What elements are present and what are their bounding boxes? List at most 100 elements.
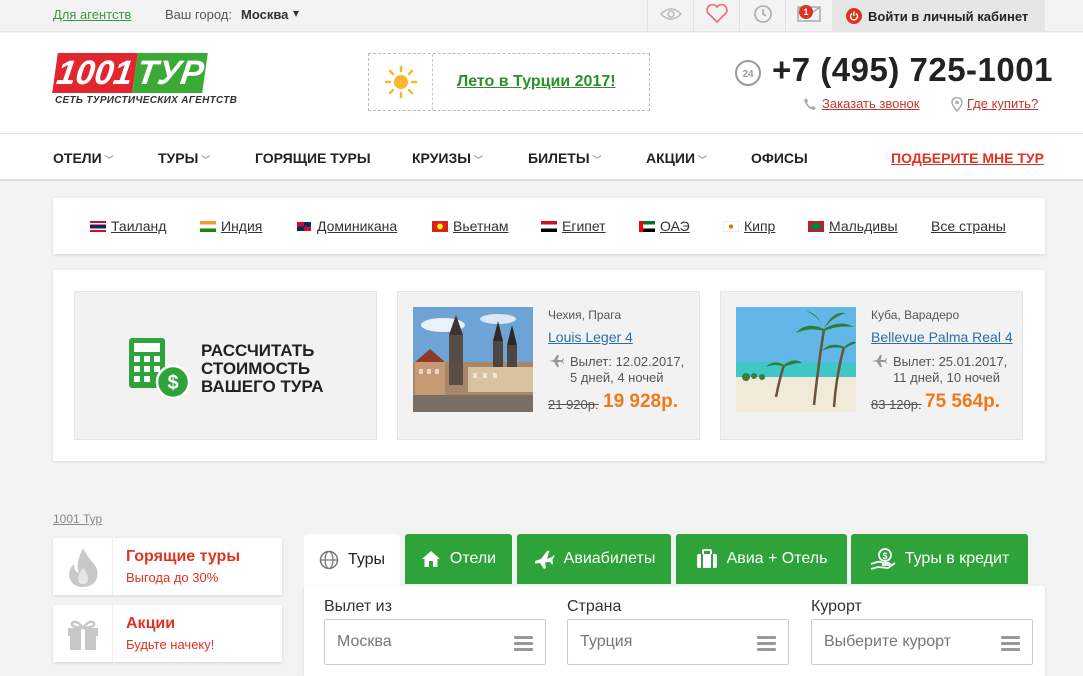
promotions-subtitle: Будьте начеку! bbox=[126, 637, 215, 652]
plane-icon bbox=[533, 548, 555, 570]
country-link-all[interactable]: Все страны bbox=[931, 218, 1006, 234]
where-to-buy-link[interactable]: Где купить? bbox=[967, 96, 1038, 111]
gift-icon bbox=[53, 605, 113, 662]
callback-link[interactable]: Заказать звонок bbox=[822, 96, 919, 111]
promo-banner[interactable]: Лето в Турции 2017! bbox=[368, 53, 650, 111]
tour-offer-card[interactable]: Куба, Варадеро Bellevue Palma Real 4 Выл… bbox=[720, 291, 1023, 440]
logo[interactable]: 1001 ТУР СЕТЬ ТУРИСТИЧЕСКИХ АГЕНТСТВ bbox=[52, 53, 260, 113]
messages-button[interactable]: 1 bbox=[785, 0, 831, 32]
country-link-thailand[interactable]: Таиланд bbox=[90, 218, 166, 234]
logo-subtitle: СЕТЬ ТУРИСТИЧЕСКИХ АГЕНТСТВ bbox=[55, 95, 238, 106]
tour-calculator-card[interactable]: $ РАССЧИТАТЬ СТОИМОСТЬ ВАШЕГО ТУРА bbox=[74, 291, 377, 440]
menu-item-tickets[interactable]: БИЛЕТЫ ﹀ bbox=[528, 150, 602, 166]
country-link-egypt[interactable]: Египет bbox=[541, 218, 606, 234]
country-label: Египет bbox=[562, 218, 606, 234]
login-button[interactable]: Войти в личный кабинет bbox=[832, 0, 1045, 32]
breadcrumb[interactable]: 1001 Тур bbox=[53, 512, 102, 526]
calc-line-3: ВАШЕГО ТУРА bbox=[201, 377, 324, 396]
tab-hotels[interactable]: Отели bbox=[405, 534, 512, 584]
chevron-down-icon: ﹀ bbox=[104, 155, 114, 165]
menu-label: ОФИСЫ bbox=[751, 150, 808, 166]
favorites-button[interactable] bbox=[693, 0, 739, 32]
menu-item-hot-tours[interactable]: ГОРЯЩИЕ ТУРЫ bbox=[255, 150, 371, 166]
country-label: Доминикана bbox=[317, 218, 398, 234]
main-menu: ОТЕЛИ ﹀ ТУРЫ ﹀ ГОРЯЩИЕ ТУРЫ КРУИЗЫ ﹀ БИЛЕТЫ… bbox=[0, 133, 1083, 181]
tour-duration: 5 дней, 4 ночей bbox=[570, 370, 664, 385]
flag-thailand-icon bbox=[90, 220, 106, 232]
tab-label: Авиабилеты bbox=[563, 550, 656, 567]
chevron-down-icon: ﹀ bbox=[201, 155, 211, 165]
flag-egypt-icon bbox=[541, 220, 557, 232]
tab-tours[interactable]: Туры bbox=[304, 534, 400, 586]
plane-icon bbox=[548, 354, 564, 373]
flag-cyprus-icon bbox=[723, 220, 739, 232]
top-bar: Для агентств Ваш город: Москва ▾ 1 Войти… bbox=[0, 0, 1083, 32]
country-link-india[interactable]: Индия bbox=[200, 218, 262, 234]
country-value: Турция bbox=[580, 633, 633, 650]
resort-select[interactable]: Выберите курорт bbox=[811, 619, 1033, 665]
money-hand-icon: $ bbox=[870, 548, 896, 570]
promotions-box[interactable]: Акции Будьте начеку! bbox=[53, 605, 282, 662]
menu-item-tours[interactable]: ТУРЫ ﹀ bbox=[158, 150, 210, 166]
viewed-button[interactable] bbox=[647, 0, 693, 32]
phone-number[interactable]: +7 (495) 725-1001 bbox=[772, 51, 1053, 89]
tour-old-price: 21 920р. bbox=[548, 397, 599, 412]
tour-offer-card[interactable]: Чехия, Прага Louis Leger 4 Вылет: 12.02.… bbox=[397, 291, 700, 440]
tab-label: Авиа + Отель bbox=[726, 550, 828, 567]
pick-tour-link[interactable]: ПОДБЕРИТЕ МНЕ ТУР bbox=[891, 150, 1044, 166]
menu-label: БИЛЕТЫ bbox=[528, 150, 590, 166]
menu-label: ОТЕЛИ bbox=[53, 150, 102, 166]
country-link-dominicana[interactable]: Доминикана bbox=[296, 218, 397, 234]
country-link-maldives[interactable]: Мальдивы bbox=[808, 218, 898, 234]
suitcase-icon bbox=[696, 549, 718, 569]
resort-placeholder: Выберите курорт bbox=[824, 633, 952, 650]
tab-flight-hotel[interactable]: Авиа + Отель bbox=[676, 534, 847, 584]
hot-tours-title: Горящие туры bbox=[126, 548, 240, 565]
menu-label: ГОРЯЩИЕ ТУРЫ bbox=[255, 150, 371, 166]
country-select[interactable]: Турция bbox=[567, 619, 789, 665]
menu-item-cruises[interactable]: КРУИЗЫ ﹀ bbox=[412, 150, 483, 166]
resort-label: Курорт bbox=[811, 598, 862, 615]
country-label: Таиланд bbox=[111, 218, 167, 234]
tour-departure: Вылет: 12.02.2017, bbox=[570, 354, 685, 369]
menu-item-offices[interactable]: ОФИСЫ bbox=[751, 150, 808, 166]
country-link-vietnam[interactable]: Вьетнам bbox=[432, 218, 509, 234]
location-pin-icon bbox=[951, 96, 963, 117]
promo-link[interactable]: Лето в Турции 2017! bbox=[457, 73, 616, 91]
country-link-cyprus[interactable]: Кипр bbox=[723, 218, 775, 234]
departure-city-select[interactable]: Москва bbox=[324, 619, 546, 665]
country-label: Мальдивы bbox=[829, 218, 898, 234]
svg-text:$: $ bbox=[167, 372, 178, 394]
country-label: Страна bbox=[567, 598, 622, 615]
calc-line-2: СТОИМОСТЬ bbox=[201, 359, 311, 378]
history-button[interactable] bbox=[739, 0, 785, 32]
tour-duration: 11 дней, 10 ночей bbox=[893, 370, 1001, 385]
departure-label: Вылет из bbox=[324, 598, 392, 615]
country-link-uae[interactable]: ОАЭ bbox=[639, 218, 690, 234]
header: 1001 ТУР СЕТЬ ТУРИСТИЧЕСКИХ АГЕНТСТВ Лет… bbox=[0, 33, 1083, 133]
city-select[interactable]: Москва bbox=[241, 7, 288, 22]
tour-hotel-link[interactable]: Louis Leger 4 bbox=[548, 329, 633, 345]
tab-tours-credit[interactable]: $ Туры в кредит bbox=[851, 534, 1028, 584]
list-icon bbox=[757, 636, 776, 654]
popular-countries: Таиланд Индия Доминикана Вьетнам Египет … bbox=[53, 198, 1045, 254]
country-label: Индия bbox=[221, 218, 263, 234]
tab-label: Туры в кредит bbox=[904, 550, 1010, 567]
country-label: Вьетнам bbox=[453, 218, 509, 234]
agency-link[interactable]: Для агентств bbox=[53, 7, 131, 22]
24h-phone-icon: 24 bbox=[733, 58, 763, 88]
tab-flights[interactable]: Авиабилеты bbox=[517, 534, 671, 584]
tour-hotel-link[interactable]: Bellevue Palma Real 4 bbox=[871, 329, 1013, 345]
menu-item-promotions[interactable]: АКЦИИ ﹀ bbox=[646, 150, 707, 166]
chevron-down-icon[interactable]: ▾ bbox=[293, 6, 299, 20]
hot-tours-box[interactable]: Горящие туры Выгода до 30% bbox=[53, 538, 282, 595]
promotions-title: Акции bbox=[126, 615, 176, 632]
tour-photo-prague bbox=[413, 307, 533, 412]
city-label: Ваш город: bbox=[165, 7, 232, 22]
svg-text:24: 24 bbox=[742, 69, 754, 80]
menu-label: ТУРЫ bbox=[158, 150, 199, 166]
history-icon bbox=[753, 4, 773, 29]
plane-icon bbox=[871, 354, 887, 373]
flag-india-icon bbox=[200, 220, 216, 232]
menu-item-hotels[interactable]: ОТЕЛИ ﹀ bbox=[53, 150, 114, 166]
